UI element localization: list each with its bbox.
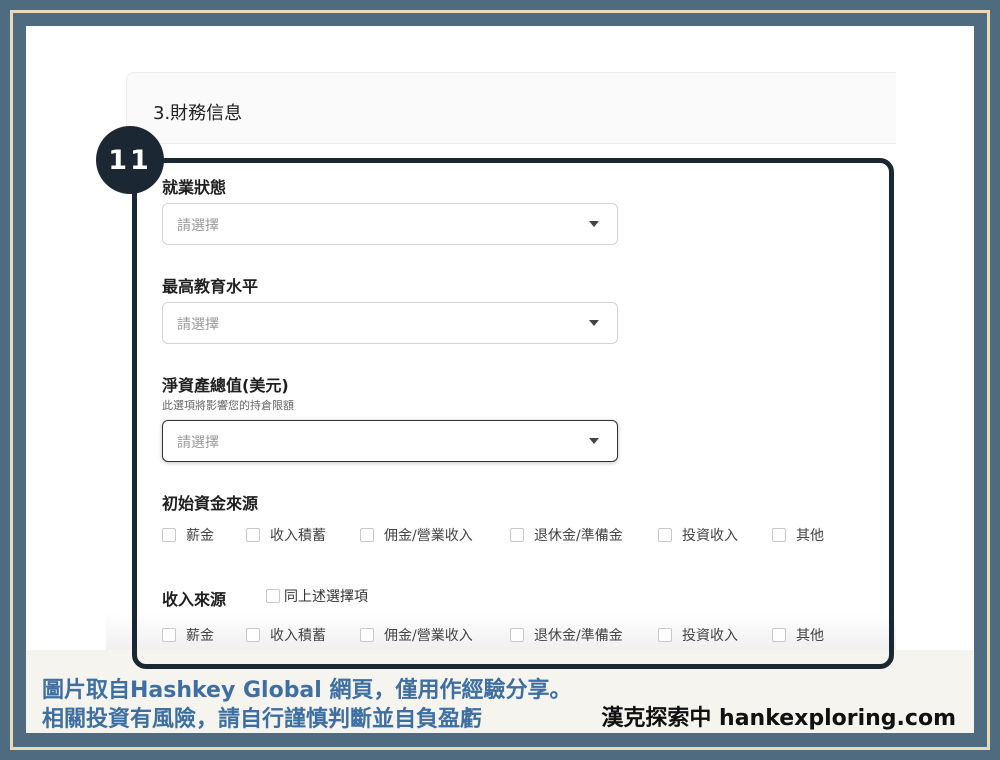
section-header: 3.財務信息: [126, 72, 896, 144]
highlight-box: [132, 158, 894, 669]
section-title: 3.財務信息: [153, 103, 243, 124]
canvas: 3.財務信息 就業狀態 請選擇 最高教育水平 請選擇 淨資產總值(美元) 此選項…: [26, 26, 974, 733]
brand-watermark: 漢克探索中 hankexploring.com: [601, 706, 956, 731]
step-badge: 11: [96, 126, 164, 194]
caption-line-2: 相關投資有風險，請自行謹慎判斷並自負盈虧: [42, 707, 483, 732]
caption-line-1: 圖片取自Hashkey Global 網頁，僅用作經驗分享。: [42, 678, 572, 703]
